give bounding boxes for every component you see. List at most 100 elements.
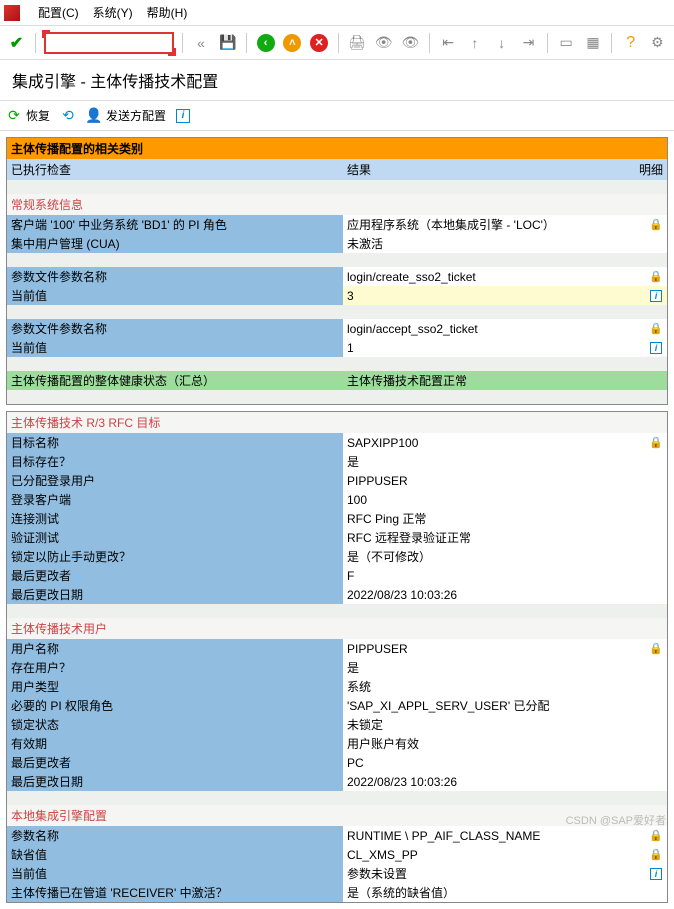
row-value: 1 bbox=[343, 338, 645, 357]
data-row: 存在用户？是 bbox=[7, 658, 667, 677]
page-title: 集成引擎 - 主体传播技术配置 bbox=[0, 60, 674, 101]
data-row: 验证测试RFC 远程登录验证正常 bbox=[7, 528, 667, 547]
row-label: 用户名称 bbox=[7, 639, 343, 658]
row-label: 参数文件参数名称 bbox=[7, 267, 343, 286]
data-row: 用户类型系统 bbox=[7, 677, 667, 696]
save-icon[interactable]: 💾 bbox=[217, 32, 238, 54]
data-row: 集中用户管理 (CUA)未激活 bbox=[7, 234, 667, 253]
row-value: F bbox=[343, 566, 645, 585]
data-row: 用户名称PIPPUSER🔒 bbox=[7, 639, 667, 658]
print-icon[interactable]: 🖨 bbox=[346, 32, 367, 54]
data-row: 当前值1i bbox=[7, 338, 667, 357]
menu-system[interactable]: 系统(Y) bbox=[93, 4, 133, 21]
data-row: 锁定状态未锁定 bbox=[7, 715, 667, 734]
last-page-icon[interactable]: ⇥ bbox=[518, 32, 539, 54]
data-row: 参数文件参数名称login/accept_sso2_ticket 🔒 bbox=[7, 319, 667, 338]
nav-back-icon[interactable]: ‹ bbox=[257, 34, 275, 52]
data-row: 最后更改日期2022/08/23 10:03:26 bbox=[7, 772, 667, 791]
row-label: 缺省值 bbox=[7, 845, 343, 864]
data-row: 缺省值CL_XMS_PP🔒 bbox=[7, 845, 667, 864]
data-row: 连接测试RFC Ping 正常 bbox=[7, 509, 667, 528]
row-label: 存在用户？ bbox=[7, 658, 343, 677]
layout-icon[interactable]: ▦ bbox=[583, 32, 604, 54]
row-value: PC bbox=[343, 753, 645, 772]
prev-page-icon[interactable]: ↑ bbox=[465, 32, 486, 54]
next-page-icon[interactable]: ↓ bbox=[491, 32, 512, 54]
lock-icon: 🔒 bbox=[649, 829, 663, 842]
row-value: CL_XMS_PP bbox=[343, 845, 645, 864]
row-value: 是（系统的缺省值） bbox=[343, 883, 645, 902]
data-row: 最后更改日期2022/08/23 10:03:26 bbox=[7, 585, 667, 604]
first-page-icon[interactable]: ⇤ bbox=[438, 32, 459, 54]
row-label: 已分配登录用户 bbox=[7, 471, 343, 490]
data-row: 目标存在？是 bbox=[7, 452, 667, 471]
nav-up-icon[interactable]: ˄ bbox=[283, 34, 301, 52]
row-value: SAPXIPP100 bbox=[343, 433, 645, 452]
ok-button[interactable]: ✔ bbox=[6, 32, 27, 54]
row-label: 客户端 '100' 中业务系统 'BD1' 的 PI 角色 bbox=[7, 215, 343, 234]
data-row: 参数文件参数名称login/create_sso2_ticket 🔒 bbox=[7, 267, 667, 286]
row-label: 有效期 bbox=[7, 734, 343, 753]
panel-details: 主体传播技术 R/3 RFC 目标 目标名称SAPXIPP100🔒目标存在？是已… bbox=[6, 411, 668, 903]
summary-label: 主体传播配置的整体健康状态（汇总） bbox=[7, 371, 343, 390]
row-value: 是 bbox=[343, 658, 645, 677]
data-row: 参数名称RUNTIME \ PP_AIF_CLASS_NAME🔒 bbox=[7, 826, 667, 845]
menu-config[interactable]: 配置(C) bbox=[38, 4, 79, 21]
row-label: 主体传播已在管道 'RECEIVER' 中激活？ bbox=[7, 883, 343, 902]
data-row: 必要的 PI 权限角色'SAP_XI_APPL_SERV_USER' 已分配 bbox=[7, 696, 667, 715]
command-input[interactable] bbox=[44, 32, 174, 54]
row-value: 未激活 bbox=[343, 234, 645, 253]
row-value: 100 bbox=[343, 490, 645, 509]
sender-config-button[interactable]: 👤 发送方配置 bbox=[86, 107, 166, 124]
data-row: 有效期用户账户有效 bbox=[7, 734, 667, 753]
lock-icon: 🔒 bbox=[649, 322, 663, 335]
help-icon[interactable]: ? bbox=[620, 32, 641, 54]
info-icon[interactable]: i bbox=[176, 109, 190, 123]
data-row: 客户端 '100' 中业务系统 'BD1' 的 PI 角色应用程序系统（本地集成… bbox=[7, 215, 667, 234]
row-value: 应用程序系统（本地集成引擎 - 'LOC'） bbox=[343, 215, 645, 234]
row-label: 参数文件参数名称 bbox=[7, 319, 343, 338]
data-row: 当前值参数未设置i bbox=[7, 864, 667, 883]
data-row: 当前值3i bbox=[7, 286, 667, 305]
find-next-icon[interactable]: 👁 bbox=[400, 32, 421, 54]
col-check: 已执行检查 bbox=[7, 159, 343, 180]
person-icon: 👤 bbox=[86, 108, 102, 124]
data-row: 最后更改者F bbox=[7, 566, 667, 585]
row-label: 参数名称 bbox=[7, 826, 343, 845]
cancel-icon[interactable]: ✕ bbox=[310, 34, 328, 52]
info-icon[interactable]: i bbox=[650, 342, 662, 354]
row-label: 当前值 bbox=[7, 338, 343, 357]
back-icon[interactable]: « bbox=[191, 32, 212, 54]
data-row: 已分配登录用户PIPPUSER bbox=[7, 471, 667, 490]
row-label: 集中用户管理 (CUA) bbox=[7, 234, 343, 253]
data-row: 目标名称SAPXIPP100🔒 bbox=[7, 433, 667, 452]
row-value: 用户账户有效 bbox=[343, 734, 645, 753]
row-label: 登录客户端 bbox=[7, 490, 343, 509]
info-icon[interactable]: i bbox=[650, 868, 662, 880]
settings-icon[interactable]: ⚙ bbox=[647, 32, 668, 54]
row-label: 最后更改日期 bbox=[7, 772, 343, 791]
info-icon[interactable]: i bbox=[650, 290, 662, 302]
row-value: login/create_sso2_ticket bbox=[343, 267, 645, 286]
new-session-icon[interactable]: ▭ bbox=[556, 32, 577, 54]
row-label: 目标名称 bbox=[7, 433, 343, 452]
row-value: RFC 远程登录验证正常 bbox=[343, 528, 645, 547]
row-label: 用户类型 bbox=[7, 677, 343, 696]
main-toolbar: ✔ « 💾 ‹ ˄ ✕ 🖨 👁 👁 ⇤ ↑ ↓ ⇥ ▭ ▦ ? ⚙ bbox=[0, 26, 674, 60]
row-value: login/accept_sso2_ticket bbox=[343, 319, 645, 338]
find-icon[interactable]: 👁 bbox=[373, 32, 394, 54]
section-rfc: 主体传播技术 R/3 RFC 目标 bbox=[7, 412, 667, 433]
menu-help[interactable]: 帮助(H) bbox=[147, 4, 188, 21]
row-label: 验证测试 bbox=[7, 528, 343, 547]
restore-button[interactable]: ⟳ 恢复 bbox=[6, 107, 50, 124]
row-value: RFC Ping 正常 bbox=[343, 509, 645, 528]
restore-label: 恢复 bbox=[26, 107, 50, 124]
sender-config-label: 发送方配置 bbox=[106, 107, 166, 124]
cycle-icon[interactable]: ⟲ bbox=[60, 108, 76, 124]
sub-toolbar: ⟳ 恢复 ⟲ 👤 发送方配置 i bbox=[0, 101, 674, 131]
summary-value: 主体传播技术配置正常 bbox=[343, 371, 645, 390]
menubar: 配置(C) 系统(Y) 帮助(H) bbox=[0, 0, 674, 26]
lock-icon: 🔒 bbox=[649, 270, 663, 283]
row-value: 2022/08/23 10:03:26 bbox=[343, 585, 645, 604]
data-row: 最后更改者PC bbox=[7, 753, 667, 772]
